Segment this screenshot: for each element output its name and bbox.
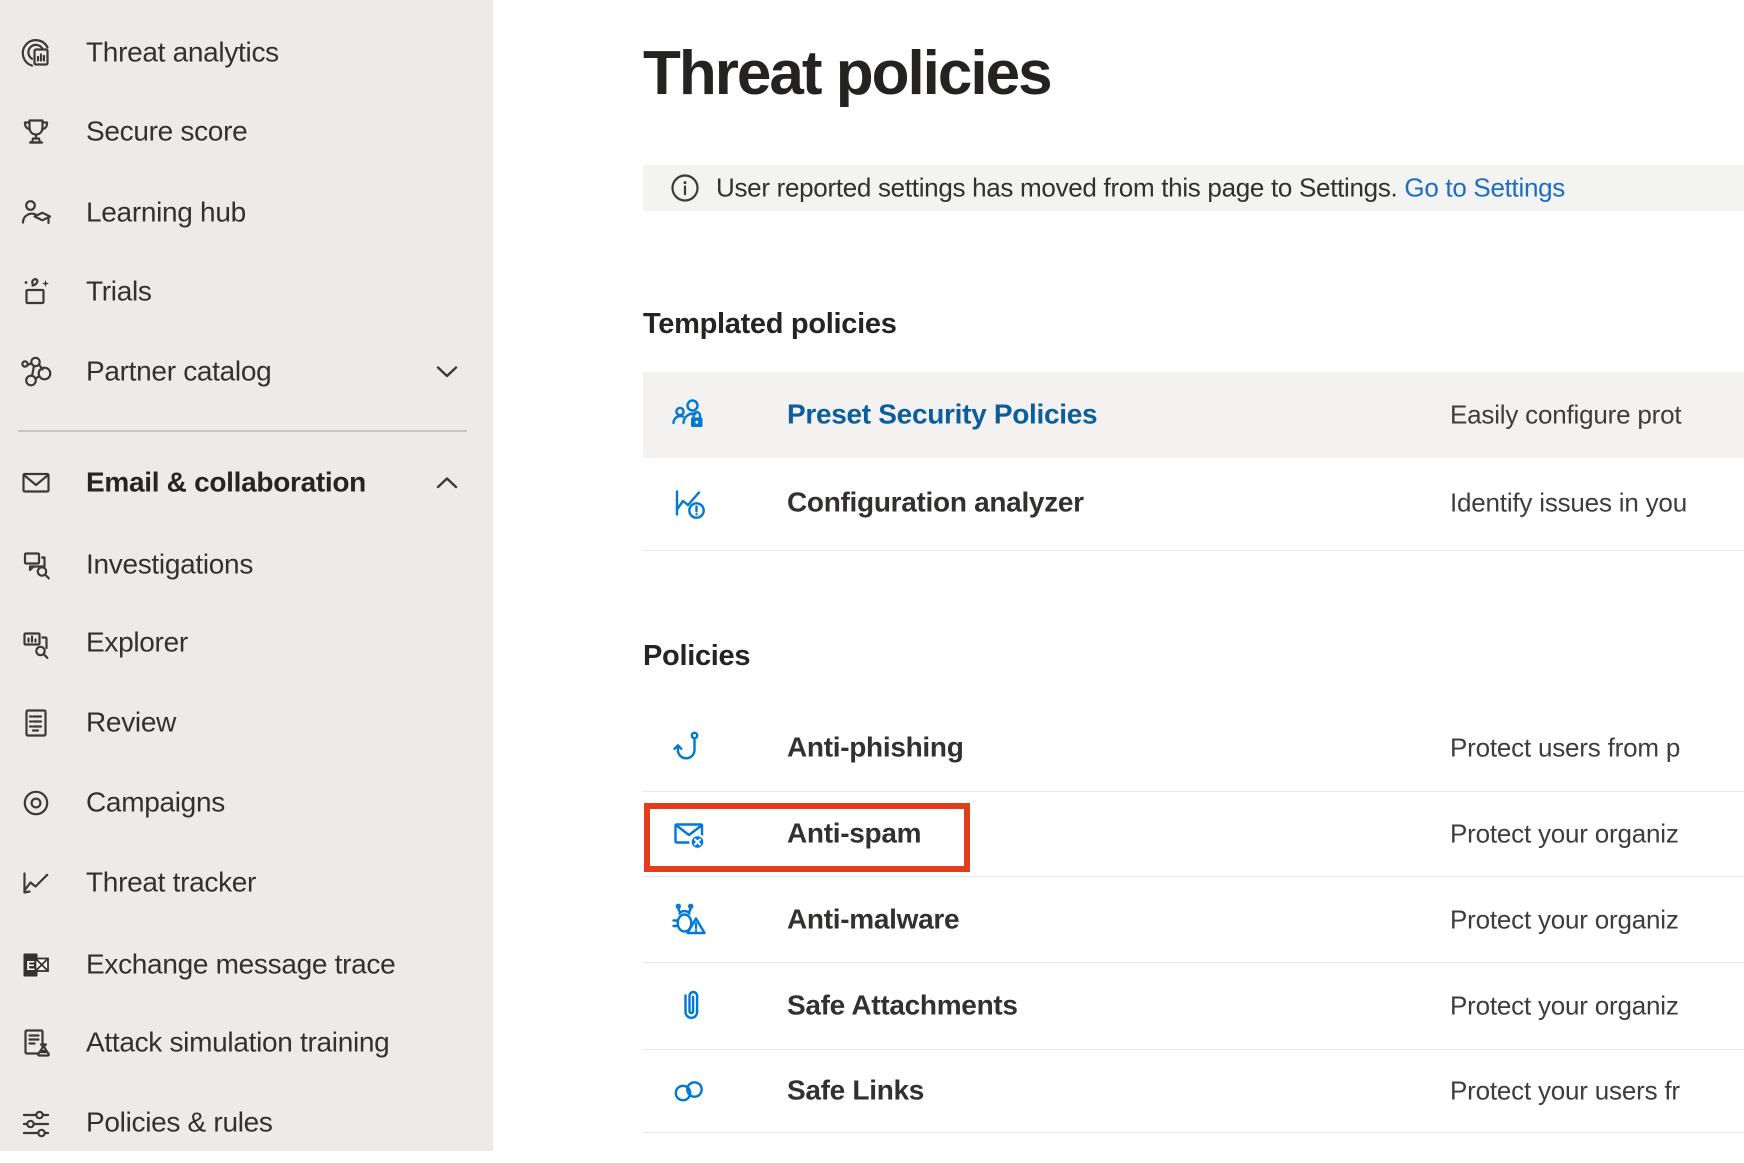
row-anti-spam[interactable]: Anti-spam Protect your organiz <box>643 792 1744 877</box>
policies-heading: Policies <box>643 640 750 673</box>
sidebar-item-label: Campaigns <box>86 786 225 818</box>
row-label[interactable]: Anti-malware <box>787 903 959 935</box>
secure-score-icon <box>18 114 54 150</box>
sidebar-item-label: Attack simulation training <box>86 1026 389 1058</box>
sidebar-item-partner-catalog[interactable]: Partner catalog <box>0 332 493 412</box>
preset-security-policies-icon <box>669 395 709 435</box>
row-safe-links[interactable]: Safe Links Protect your users fr <box>643 1050 1744 1133</box>
sidebar-item-attack-simulation-training[interactable]: Attack simulation training <box>0 1003 493 1083</box>
sidebar: Threat analytics Secure score Learning h… <box>0 0 493 1151</box>
svg-text:E: E <box>26 958 35 973</box>
chevron-up-icon <box>436 477 458 489</box>
page-title: Threat policies <box>643 38 1051 109</box>
row-safe-attachments[interactable]: Safe Attachments Protect your organiz <box>643 963 1744 1050</box>
sidebar-item-label: Review <box>86 706 176 738</box>
sidebar-item-threat-analytics[interactable]: Threat analytics <box>0 13 493 93</box>
sidebar-item-secure-score[interactable]: Secure score <box>0 92 493 172</box>
row-label[interactable]: Configuration analyzer <box>787 486 1084 518</box>
row-label[interactable]: Safe Attachments <box>787 989 1018 1021</box>
safe-attachments-icon <box>669 986 709 1026</box>
learning-hub-icon <box>18 195 54 231</box>
row-description: Identify issues in you <box>1450 488 1687 519</box>
explorer-icon <box>18 625 54 661</box>
main-content: Threat policies User reported settings h… <box>493 0 1744 1151</box>
section-divider <box>643 550 1744 551</box>
row-preset-security-policies[interactable]: Preset Security Policies Easily configur… <box>643 372 1744 458</box>
threat-tracker-icon <box>18 865 54 901</box>
trials-icon <box>18 274 54 310</box>
anti-malware-icon <box>669 900 709 940</box>
row-configuration-analyzer[interactable]: Configuration analyzer Identify issues i… <box>643 458 1744 548</box>
anti-spam-icon <box>669 814 709 854</box>
sidebar-item-review[interactable]: Review <box>0 683 493 763</box>
row-label[interactable]: Anti-spam <box>787 817 921 849</box>
sidebar-item-investigations[interactable]: Investigations <box>0 525 493 605</box>
campaigns-icon <box>18 785 54 821</box>
sidebar-item-policies-rules[interactable]: Policies & rules <box>0 1083 493 1163</box>
sidebar-item-label: Trials <box>86 275 152 307</box>
row-label[interactable]: Preset Security Policies <box>787 398 1097 430</box>
sidebar-item-label: Threat tracker <box>86 866 256 898</box>
threat-analytics-icon <box>18 35 54 71</box>
sidebar-item-exchange-message-trace[interactable]: E Exchange message trace <box>0 925 493 1005</box>
banner-text: User reported settings has moved from th… <box>716 173 1397 203</box>
sidebar-item-label: Exchange message trace <box>86 948 395 980</box>
safe-links-icon <box>669 1071 709 1111</box>
sidebar-item-learning-hub[interactable]: Learning hub <box>0 173 493 253</box>
sidebar-item-label: Policies & rules <box>86 1106 273 1138</box>
investigations-icon <box>18 547 54 583</box>
attack-simulation-training-icon <box>18 1025 54 1061</box>
sidebar-item-email-collaboration[interactable]: Email & collaboration <box>0 443 493 523</box>
chevron-down-icon <box>436 366 458 378</box>
row-description: Protect your users fr <box>1450 1076 1680 1107</box>
configuration-analyzer-icon <box>669 483 709 523</box>
row-description: Protect your organiz <box>1450 904 1679 935</box>
row-description: Easily configure prot <box>1450 400 1681 431</box>
row-anti-malware[interactable]: Anti-malware Protect your organiz <box>643 877 1744 963</box>
sidebar-item-label: Explorer <box>86 626 188 658</box>
sidebar-item-campaigns[interactable]: Campaigns <box>0 763 493 843</box>
go-to-settings-link[interactable]: Go to Settings <box>1404 173 1565 203</box>
policies-rules-icon <box>18 1105 54 1141</box>
review-icon <box>18 705 54 741</box>
sidebar-item-label: Learning hub <box>86 196 246 228</box>
email-collaboration-icon <box>18 465 54 501</box>
row-description: Protect your organiz <box>1450 991 1679 1022</box>
sidebar-item-label: Partner catalog <box>86 355 271 387</box>
row-label[interactable]: Safe Links <box>787 1074 924 1106</box>
row-description: Protect your organiz <box>1450 819 1679 850</box>
templated-policies-heading: Templated policies <box>643 308 897 341</box>
row-anti-phishing[interactable]: Anti-phishing Protect users from p <box>643 705 1744 792</box>
info-banner: User reported settings has moved from th… <box>643 165 1744 211</box>
sidebar-item-trials[interactable]: Trials <box>0 252 493 332</box>
sidebar-item-threat-tracker[interactable]: Threat tracker <box>0 843 493 923</box>
row-label[interactable]: Anti-phishing <box>787 731 964 763</box>
sidebar-item-label: Email & collaboration <box>86 466 366 498</box>
info-icon <box>670 173 700 203</box>
sidebar-item-label: Investigations <box>86 548 253 580</box>
exchange-message-trace-icon: E <box>18 947 54 983</box>
anti-phishing-icon <box>669 728 709 768</box>
sidebar-divider <box>18 430 467 432</box>
sidebar-item-label: Secure score <box>86 115 247 147</box>
row-description: Protect users from p <box>1450 733 1680 764</box>
partner-catalog-icon <box>18 354 54 390</box>
sidebar-item-explorer[interactable]: Explorer <box>0 603 493 683</box>
sidebar-item-label: Threat analytics <box>86 36 279 68</box>
